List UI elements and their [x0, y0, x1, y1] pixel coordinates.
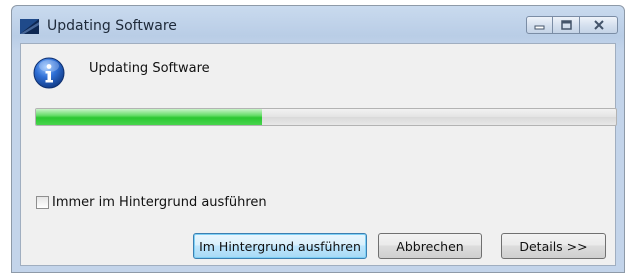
details-button[interactable]: Details >> [501, 233, 606, 259]
dialog-heading: Updating Software [89, 61, 210, 76]
window-controls [526, 16, 618, 34]
always-background-checkbox[interactable] [36, 196, 49, 209]
maximize-button[interactable] [553, 16, 580, 34]
progress-bar-fill [36, 109, 263, 125]
minimize-icon [534, 25, 545, 29]
close-icon [593, 20, 604, 30]
minimize-button[interactable] [526, 16, 553, 34]
run-in-background-button[interactable]: Im Hintergrund ausführen [193, 233, 367, 259]
maximize-icon [560, 20, 572, 30]
app-icon [20, 19, 39, 34]
window-title: Updating Software [47, 18, 177, 34]
always-background-label: Immer im Hintergrund ausführen [52, 195, 267, 210]
background-checkbox-row[interactable]: Immer im Hintergrund ausführen [36, 195, 267, 210]
progress-bar [35, 108, 617, 126]
close-button[interactable] [580, 16, 618, 34]
title-bar[interactable]: Updating Software [12, 6, 624, 42]
cancel-button[interactable]: Abbrechen [378, 233, 482, 259]
info-icon [33, 57, 65, 89]
dialog-body: Updating Software Immer im Hintergrund a… [20, 43, 617, 266]
updating-software-window: Updating Software Updating Software Imme… [11, 5, 625, 273]
